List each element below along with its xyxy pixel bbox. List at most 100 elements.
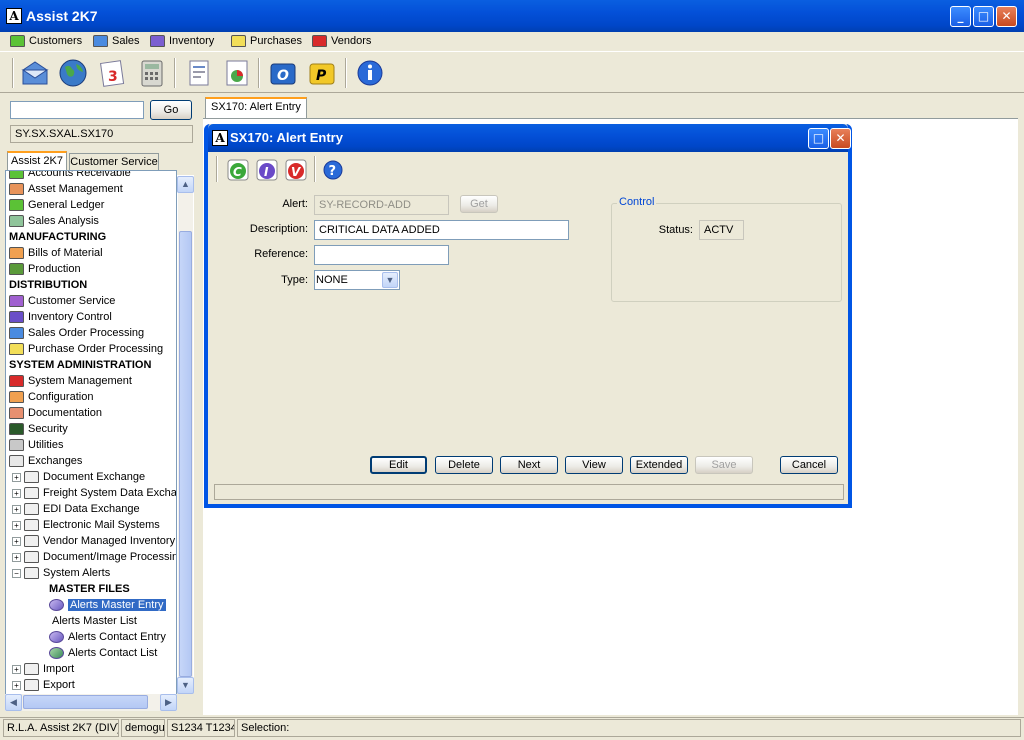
scroll-thumb[interactable] <box>179 231 192 677</box>
folder-open-icon <box>9 455 24 468</box>
dialog-title-bar: A SX170: Alert Entry □ ✕ <box>208 124 851 152</box>
scroll-right-button[interactable]: ▶ <box>160 694 177 711</box>
tree-item[interactable]: Purchase Order Processing <box>9 341 163 357</box>
menu-purchases[interactable]: Purchases <box>231 33 302 49</box>
folder-icon <box>24 519 39 532</box>
menu-vendors[interactable]: Vendors <box>312 33 371 49</box>
tab-sx170-alert-entry[interactable]: SX170: Alert Entry <box>205 97 307 119</box>
tree-item[interactable]: System Management <box>9 373 132 389</box>
tree-item[interactable]: Sales Order Processing <box>9 325 144 341</box>
expand-icon[interactable]: + <box>12 680 21 690</box>
globe-icon[interactable] <box>58 58 88 88</box>
type-select[interactable]: NONE ▼ <box>314 270 400 290</box>
delete-button[interactable]: Delete <box>435 456 493 474</box>
tab-assist-2k7[interactable]: Assist 2K7 <box>7 151 67 170</box>
get-button[interactable]: Get <box>460 195 498 213</box>
tree-item[interactable]: Alerts Contact Entry <box>49 629 166 645</box>
view-button[interactable]: View <box>565 456 623 474</box>
c-icon[interactable]: C <box>226 158 250 182</box>
expand-icon[interactable]: + <box>12 504 21 514</box>
tree-item[interactable]: + Electronic Mail Systems <box>12 517 160 533</box>
extended-button[interactable]: Extended <box>630 456 688 474</box>
tree-item[interactable]: + Vendor Managed Inventory <box>12 533 175 549</box>
tree-item-label: Production <box>28 263 81 275</box>
help-icon[interactable]: ? <box>322 159 344 181</box>
svg-text:C: C <box>233 165 242 179</box>
tree-item[interactable]: + Document/Image Processing <box>12 549 177 565</box>
report-icon[interactable] <box>184 58 214 88</box>
expand-icon[interactable]: + <box>12 488 21 498</box>
o-icon[interactable]: O <box>268 58 298 88</box>
tree-item[interactable]: Utilities <box>9 437 63 453</box>
tree-item[interactable]: General Ledger <box>9 197 104 213</box>
scroll-left-button[interactable]: ◀ <box>5 694 22 711</box>
entry-icon <box>49 599 64 612</box>
expand-icon[interactable]: + <box>12 552 21 562</box>
calendar-icon[interactable]: 3 <box>97 58 127 88</box>
tree-item-label: System Alerts <box>43 567 111 579</box>
scroll-down-button[interactable]: ▼ <box>177 677 194 694</box>
menu-customers[interactable]: Customers <box>10 33 82 49</box>
v-icon[interactable]: V <box>284 158 308 182</box>
tree-item[interactable]: + Document Exchange <box>12 469 145 485</box>
calculator-icon[interactable] <box>137 58 167 88</box>
menu-sales[interactable]: Sales <box>93 33 140 49</box>
tree-item[interactable]: Alerts Master List <box>52 613 137 629</box>
tree-item[interactable]: + EDI Data Exchange <box>12 501 140 517</box>
tree-item-label: General Ledger <box>28 199 105 211</box>
tree-item[interactable]: Exchanges <box>9 453 82 469</box>
p-icon[interactable]: P <box>307 58 337 88</box>
edit-button[interactable]: Edit <box>370 456 427 474</box>
cancel-button[interactable]: Cancel <box>780 456 838 474</box>
description-field[interactable]: CRITICAL DATA ADDED <box>314 220 569 240</box>
expand-icon[interactable]: + <box>12 472 21 482</box>
i-icon[interactable]: I <box>255 158 279 182</box>
reference-field[interactable] <box>314 245 449 265</box>
hscroll-thumb[interactable] <box>23 695 148 709</box>
tree-item[interactable]: Documentation <box>9 405 102 421</box>
dialog-maximize-button[interactable]: □ <box>808 128 829 149</box>
tree-item[interactable]: + Freight System Data Exchange <box>12 485 176 501</box>
tree-item[interactable]: Configuration <box>9 389 93 405</box>
next-button[interactable]: Next <box>500 456 558 474</box>
tree-item[interactable]: Sales Analysis <box>9 213 99 229</box>
tree-item[interactable]: − System Alerts <box>12 565 110 581</box>
expand-icon[interactable]: + <box>12 664 21 674</box>
tree-item-label: Export <box>43 679 75 691</box>
expand-icon[interactable]: + <box>12 536 21 546</box>
menu-inventory[interactable]: Inventory <box>150 33 214 49</box>
tree-item[interactable]: Customer Service <box>9 293 115 309</box>
collapse-icon[interactable]: − <box>12 568 21 578</box>
maximize-button[interactable]: □ <box>973 6 994 27</box>
chevron-down-icon[interactable]: ▼ <box>382 272 398 288</box>
tree-item[interactable]: Security <box>9 421 68 437</box>
close-button[interactable]: ✕ <box>996 6 1017 27</box>
toolbar-separator <box>12 58 14 88</box>
minimize-button[interactable]: _ <box>950 6 971 27</box>
tree-item[interactable]: Accounts Receivable <box>9 171 131 181</box>
mail-icon[interactable] <box>20 58 50 88</box>
chart-icon[interactable] <box>222 58 252 88</box>
info-icon[interactable] <box>355 58 385 88</box>
tree-item[interactable]: Bills of Material <box>9 245 103 261</box>
tree-vertical-scrollbar[interactable]: ▲ ▼ <box>177 175 194 694</box>
dialog-close-button[interactable]: ✕ <box>830 128 851 149</box>
tree-item[interactable]: + Export <box>12 677 75 693</box>
tree-item[interactable]: + Import <box>12 661 74 677</box>
tree-item-label: Sales Order Processing <box>28 327 145 339</box>
search-input[interactable] <box>10 101 144 119</box>
tab-customer-service[interactable]: Customer Service <box>69 153 159 170</box>
tree-item-label: Document/Image Processing <box>43 551 177 563</box>
tree-item[interactable]: Alerts Contact List <box>49 645 157 661</box>
tree-horizontal-scrollbar[interactable]: ◀ ▶ <box>5 694 177 711</box>
tree-item-selected[interactable]: Alerts Master Entry <box>49 597 166 613</box>
go-button[interactable]: Go <box>150 100 192 120</box>
tree-item[interactable]: Asset Management <box>9 181 123 197</box>
expand-icon[interactable]: + <box>12 520 21 530</box>
scroll-up-button[interactable]: ▲ <box>177 176 194 193</box>
tree-item[interactable]: Production <box>9 261 81 277</box>
tree-item-label: EDI Data Exchange <box>43 503 140 515</box>
folder-icon <box>9 183 24 196</box>
tree-item[interactable]: Inventory Control <box>9 309 112 325</box>
save-button[interactable]: Save <box>695 456 753 474</box>
